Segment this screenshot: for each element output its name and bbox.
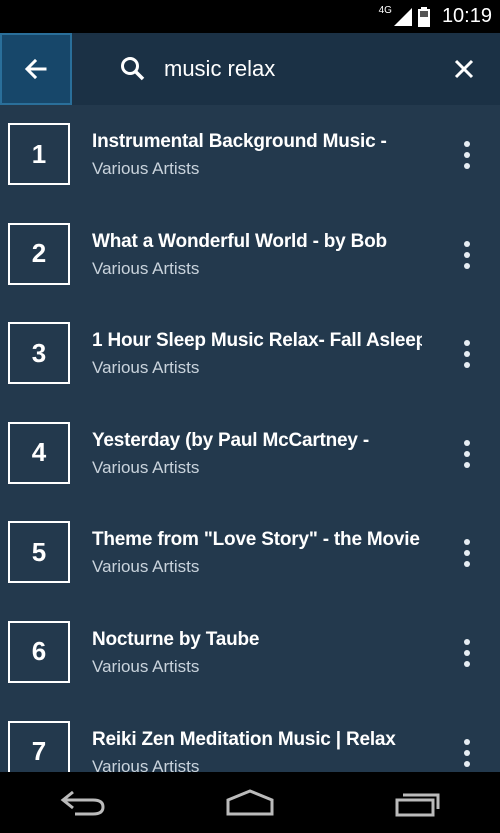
track-number: 6 — [8, 620, 70, 683]
back-button[interactable] — [0, 33, 72, 105]
status-bar: 4G 10:19 — [0, 0, 500, 33]
track-number: 1 — [8, 123, 70, 185]
track-title: Yesterday (by Paul McCartney - — [92, 429, 369, 451]
nav-back-button[interactable] — [43, 772, 123, 833]
more-options-button[interactable] — [452, 737, 482, 769]
more-options-button[interactable] — [452, 338, 482, 370]
nav-home-button[interactable] — [210, 772, 290, 833]
track-number: 7 — [8, 720, 70, 772]
clear-search-button[interactable] — [428, 33, 500, 105]
more-options-button[interactable] — [452, 139, 482, 171]
track-title: What a Wonderful World - by Bob — [92, 230, 387, 252]
search-query[interactable]: music relax — [164, 56, 275, 82]
track-artist: Various Artists — [92, 358, 200, 378]
close-icon — [454, 59, 474, 79]
track-artist: Various Artists — [92, 258, 200, 278]
more-options-button[interactable] — [452, 637, 482, 669]
track-title: Reiki Zen Meditation Music | Relax — [92, 728, 396, 750]
track-title: Nocturne by Taube — [92, 628, 260, 650]
list-item[interactable]: 2 What a Wonderful World - by Bob Variou… — [0, 205, 500, 305]
list-item[interactable]: 1 Instrumental Background Music - Variou… — [0, 105, 500, 205]
track-title: Theme from "Love Story" - the Movie — [92, 529, 420, 551]
search-field[interactable]: music relax — [72, 33, 428, 105]
list-item[interactable]: 6 Nocturne by Taube Various Artists — [0, 603, 500, 703]
track-number: 5 — [8, 521, 70, 584]
battery-icon — [417, 6, 430, 27]
back-nav-icon — [60, 790, 105, 815]
signal-icon — [393, 7, 412, 26]
nav-recents-button[interactable] — [377, 772, 457, 833]
list-item[interactable]: 3 1 Hour Sleep Music Relax- Fall Asleep … — [0, 304, 500, 404]
navigation-bar — [0, 772, 500, 833]
status-time: 10:19 — [441, 5, 492, 27]
more-options-button[interactable] — [452, 239, 482, 271]
track-artist: Various Artists — [92, 159, 200, 178]
more-options-button[interactable] — [452, 537, 482, 569]
track-artist: Various Artists — [92, 656, 200, 676]
track-number: 4 — [8, 421, 70, 484]
search-app-bar: music relax — [0, 33, 500, 105]
list-item[interactable]: 5 Theme from "Love Story" - the Movie Va… — [0, 503, 500, 603]
track-title: Instrumental Background Music - — [92, 131, 387, 152]
track-number: 2 — [8, 222, 70, 285]
list-item[interactable]: 4 Yesterday (by Paul McCartney - Various… — [0, 404, 500, 504]
arrow-left-icon — [24, 58, 47, 80]
list-item[interactable]: 7 Reiki Zen Meditation Music | Relax Var… — [0, 703, 500, 772]
home-nav-icon — [226, 788, 274, 815]
search-icon — [121, 57, 145, 81]
network-type-label: 4G — [378, 5, 392, 16]
track-artist: Various Artists — [92, 557, 200, 577]
recents-nav-icon — [395, 793, 440, 816]
track-artist: Various Artists — [92, 756, 200, 772]
results-list: 1 Instrumental Background Music - Variou… — [0, 105, 500, 772]
track-artist: Various Artists — [92, 457, 200, 477]
track-title: 1 Hour Sleep Music Relax- Fall Asleep — [92, 330, 422, 352]
more-options-button[interactable] — [452, 438, 482, 470]
track-number: 3 — [8, 322, 70, 385]
